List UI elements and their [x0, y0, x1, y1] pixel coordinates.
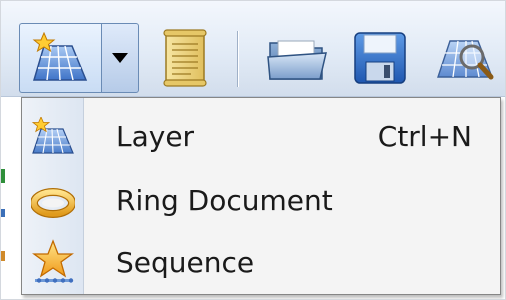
menu-item-layer[interactable]: Layer Ctrl+N [22, 106, 500, 168]
menu-item-label: Ring Document [116, 184, 333, 217]
application-window: Layer Ctrl+N Ring Document Sequence [0, 0, 506, 300]
menu-item-label: Layer [116, 120, 195, 153]
toolbar [1, 1, 505, 97]
floppy-disk-icon [354, 32, 406, 84]
menu-item-ring-document[interactable]: Ring Document [22, 170, 500, 232]
menu-item-shortcut: Ctrl+N [377, 120, 472, 153]
open-button[interactable] [259, 23, 335, 93]
ring-icon [28, 175, 78, 227]
grid-star-icon [32, 32, 87, 81]
new-dropdown-arrow-button[interactable] [101, 23, 139, 93]
open-folder-icon [267, 40, 327, 80]
sequence-star-icon [28, 237, 78, 289]
find-button[interactable] [425, 23, 505, 93]
magnifier-grid-icon [437, 40, 494, 80]
menu-item-sequence[interactable]: Sequence [22, 232, 500, 294]
chevron-down-icon [112, 53, 128, 63]
new-layer-button[interactable] [19, 23, 101, 93]
scroll-document-icon [163, 29, 207, 87]
layer-grid-icon [28, 111, 78, 163]
background-window-edge [1, 169, 5, 261]
toolbar-separator [237, 31, 239, 87]
menu-item-label: Sequence [116, 246, 255, 279]
save-button[interactable] [345, 23, 415, 93]
document-button[interactable] [157, 23, 213, 93]
new-dropdown-menu: Layer Ctrl+N Ring Document Sequence [21, 97, 501, 295]
